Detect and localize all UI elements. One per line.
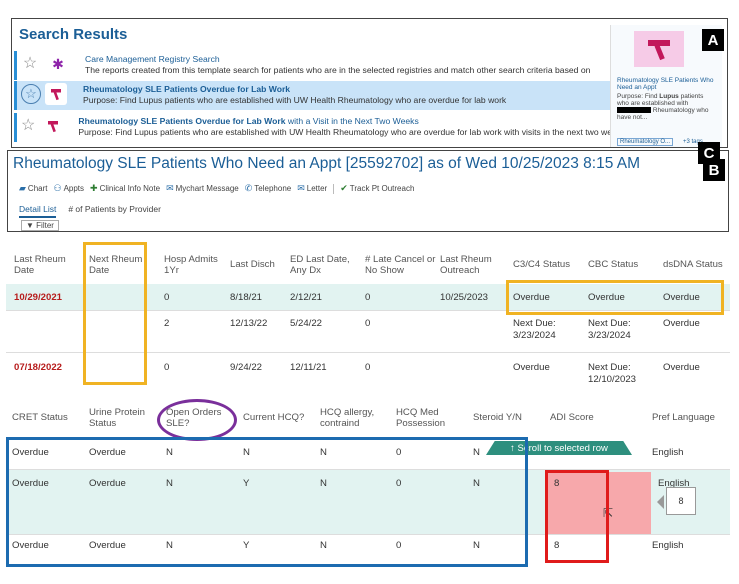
table-cell[interactable]: Next Due: 3/23/2024 [513,318,573,342]
col-header[interactable]: Last Rheum Outreach [440,254,500,276]
tag-chip[interactable]: Rheumatology O... [617,138,674,146]
col-header[interactable]: ED Last Date, Any Dx [290,254,360,276]
table-cell[interactable]: 0 [164,362,169,373]
table-cell[interactable]: English [652,447,683,458]
hammer-icon [43,115,63,137]
col-header[interactable]: Current HCQ? [243,412,313,423]
col-header[interactable]: Hosp Admits 1Yr [164,254,224,276]
telephone-button[interactable]: ✆ Telephone [245,183,291,194]
table-cell[interactable]: 5/24/22 [290,318,322,329]
result-name[interactable]: Rheumatology SLE Patients Overdue for La… [83,84,506,95]
col-header[interactable]: Steroid Y/N [473,412,533,423]
annotation-box-next-rheum-date [83,242,147,385]
clinical-info-note-button[interactable]: ✚ Clinical Info Note [90,183,160,194]
col-header[interactable]: Urine Protein Status [89,407,159,429]
favorite-star-icon[interactable]: ☆ [17,51,43,77]
table-cell[interactable]: English [652,540,683,551]
table-cell[interactable]: Overdue [513,362,550,373]
table-cell[interactable]: 8/18/21 [230,292,262,303]
table-cell[interactable]: 12/11/21 [290,362,327,373]
table-cell[interactable]: 2/12/21 [290,292,322,303]
filter-button[interactable]: ▼ Filter [21,220,59,231]
search-results-title: Search Results [19,26,128,43]
table-cell[interactable]: 0 [365,318,370,329]
table-cell[interactable]: 0 [164,292,169,303]
envelope-icon: ✉ [166,183,174,193]
col-header[interactable]: CRET Status [12,412,82,423]
col-header[interactable]: Last Rheum Date [14,254,74,276]
col-header[interactable]: Last Disch [230,259,285,270]
col-header[interactable]: Pref Language [652,412,726,423]
table-cell[interactable]: Next Due: 12/10/2023 [588,362,648,386]
table-cell[interactable]: 12/13/22 [230,318,267,329]
filter-icon: ▼ [26,221,34,230]
table-cell[interactable]: 10/29/2021 [14,292,62,303]
preview-purpose: Purpose: Find Lupus patients who are est… [617,93,709,121]
mychart-message-button[interactable]: ✉ Mychart Message [166,183,239,194]
col-header[interactable]: # Late Cancel or No Show [365,254,441,276]
col-header[interactable]: HCQ allergy, contraind [320,407,390,429]
people-icon: ⚇ [53,183,62,193]
preview-name: Rheumatology SLE Patients Who Need an Ap… [617,77,714,91]
letter-button[interactable]: ✉ Letter [297,183,327,194]
chart-button[interactable]: ▰ Chart [19,183,47,194]
result-name[interactable]: Rheumatology SLE Patients Overdue for La… [78,116,612,127]
col-header[interactable]: CBC Status [588,259,658,270]
result-desc: The reports created from this template s… [85,65,591,75]
table-cell[interactable]: 07/18/2022 [14,362,62,373]
annotation-circle-open-orders [157,399,237,441]
search-results-panel: A Search Results ☆ ✱ Care Management Reg… [11,18,728,148]
table-cell[interactable]: 10/25/2023 [440,292,488,303]
table-cell[interactable]: Next Due: 3/23/2024 [588,318,648,342]
result-desc: Purpose: Find Lupus patients who are est… [78,127,612,137]
col-header[interactable]: ADI Score [550,412,610,423]
search-result-row[interactable]: ☆ ✱ Care Management Registry Search The … [14,51,612,80]
annotation-box-lab-status [506,280,724,315]
search-result-row-selected[interactable]: ☆ Rheumatology SLE Patients Overdue for … [14,81,612,110]
cell-tooltip: 8 [657,487,696,515]
gear-icon: ✱ [52,55,64,72]
table-cell[interactable]: 0 [365,292,370,303]
result-name[interactable]: Care Management Registry Search [85,54,590,65]
col-header[interactable]: C3/C4 Status [513,259,583,270]
table-cell[interactable]: 0 [365,362,370,373]
letter-icon: ✉ [297,183,305,193]
col-header[interactable]: dsDNA Status [663,259,729,270]
report-title: Rheumatology SLE Patients Who Need an Ap… [13,155,641,172]
annotation-box-grid2-rows [6,437,528,567]
check-icon: ✔ [340,183,348,193]
phone-icon: ✆ [244,183,253,193]
tab-patients-by-provider[interactable]: # of Patients by Provider [68,204,161,218]
report-tabs: Detail List # of Patients by Provider [19,204,161,218]
tab-detail-list[interactable]: Detail List [19,204,57,218]
redaction-bar [617,107,651,114]
hammer-icon [45,83,67,105]
appts-button[interactable]: ⚇ Appts [53,183,84,194]
favorite-star-icon[interactable]: ☆ [21,84,41,104]
hammer-icon [634,31,684,67]
toolbar-divider [333,183,335,194]
report-toolbar: ▰ Chart ⚇ Appts ✚ Clinical Info Note ✉ Mycha… [19,183,414,194]
panel-label-a: A [702,29,724,51]
search-result-row[interactable]: ☆ Rheumatology SLE Patients Overdue for … [14,113,612,142]
table-cell[interactable]: 2 [164,318,169,329]
chart-icon: ▰ [19,183,26,193]
track-outreach-button[interactable]: ✔ Track Pt Outreach [340,183,414,194]
plus-icon: ✚ [90,183,98,193]
report-header-panel: B Rheumatology SLE Patients Who Need an … [7,150,729,232]
table-cell[interactable]: Overdue [663,362,700,373]
annotation-box-adi-score [545,470,609,563]
result-desc: Purpose: Find Lupus patients who are est… [83,95,507,105]
col-header[interactable]: HCQ Med Possession [396,407,466,429]
favorite-star-icon[interactable]: ☆ [17,113,39,139]
table-cell[interactable]: Overdue [663,318,700,329]
panel-label-c: C [698,142,720,164]
table-cell[interactable]: 9/24/22 [230,362,262,373]
